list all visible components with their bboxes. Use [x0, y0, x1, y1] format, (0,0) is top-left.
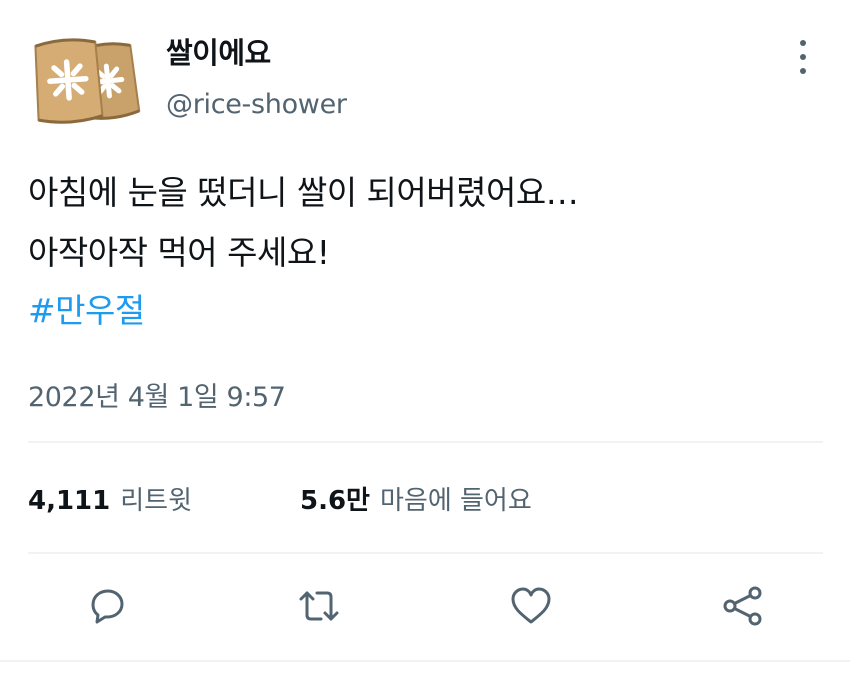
divider — [0, 660, 850, 662]
hashtag-link[interactable]: #만우절 — [28, 284, 145, 332]
tweet-timestamp[interactable]: 2022년 4월 1일 9:57 — [28, 375, 286, 414]
retweet-stat[interactable]: 4,111 리트윗 — [28, 480, 192, 517]
divider — [28, 441, 823, 443]
share-icon — [723, 586, 762, 626]
like-label: 마음에 들어요 — [379, 486, 532, 516]
share-button[interactable] — [719, 582, 767, 630]
retweet-icon — [299, 591, 339, 621]
retweet-count: 4,111 — [28, 486, 111, 516]
like-count: 5.6만 — [300, 486, 370, 516]
dot — [800, 54, 806, 60]
tweet-detail: 쌀이에요 @rice-shower 아침에 눈을 떴더니 쌀이 되어버렸어요… … — [0, 0, 850, 677]
dot — [800, 40, 806, 46]
reply-icon — [91, 589, 124, 624]
like-button[interactable] — [507, 582, 555, 630]
rice-bag-icon — [34, 38, 141, 124]
retweet-label: 리트윗 — [120, 486, 193, 516]
avatar[interactable] — [26, 18, 144, 136]
dot — [800, 68, 806, 74]
display-name[interactable]: 쌀이에요 — [166, 30, 271, 72]
user-handle[interactable]: @rice-shower — [166, 89, 347, 120]
reply-button[interactable] — [83, 582, 131, 630]
tweet-text-line-2: 아작아작 먹어 주세요! — [28, 233, 330, 272]
like-stat[interactable]: 5.6만 마음에 들어요 — [300, 480, 532, 517]
retweet-button[interactable] — [295, 582, 343, 630]
divider — [28, 552, 823, 554]
like-icon — [511, 587, 551, 624]
tweet-text-line-1: 아침에 눈을 떴더니 쌀이 되어버렸어요… — [28, 173, 579, 212]
more-options-icon[interactable] — [790, 40, 816, 74]
